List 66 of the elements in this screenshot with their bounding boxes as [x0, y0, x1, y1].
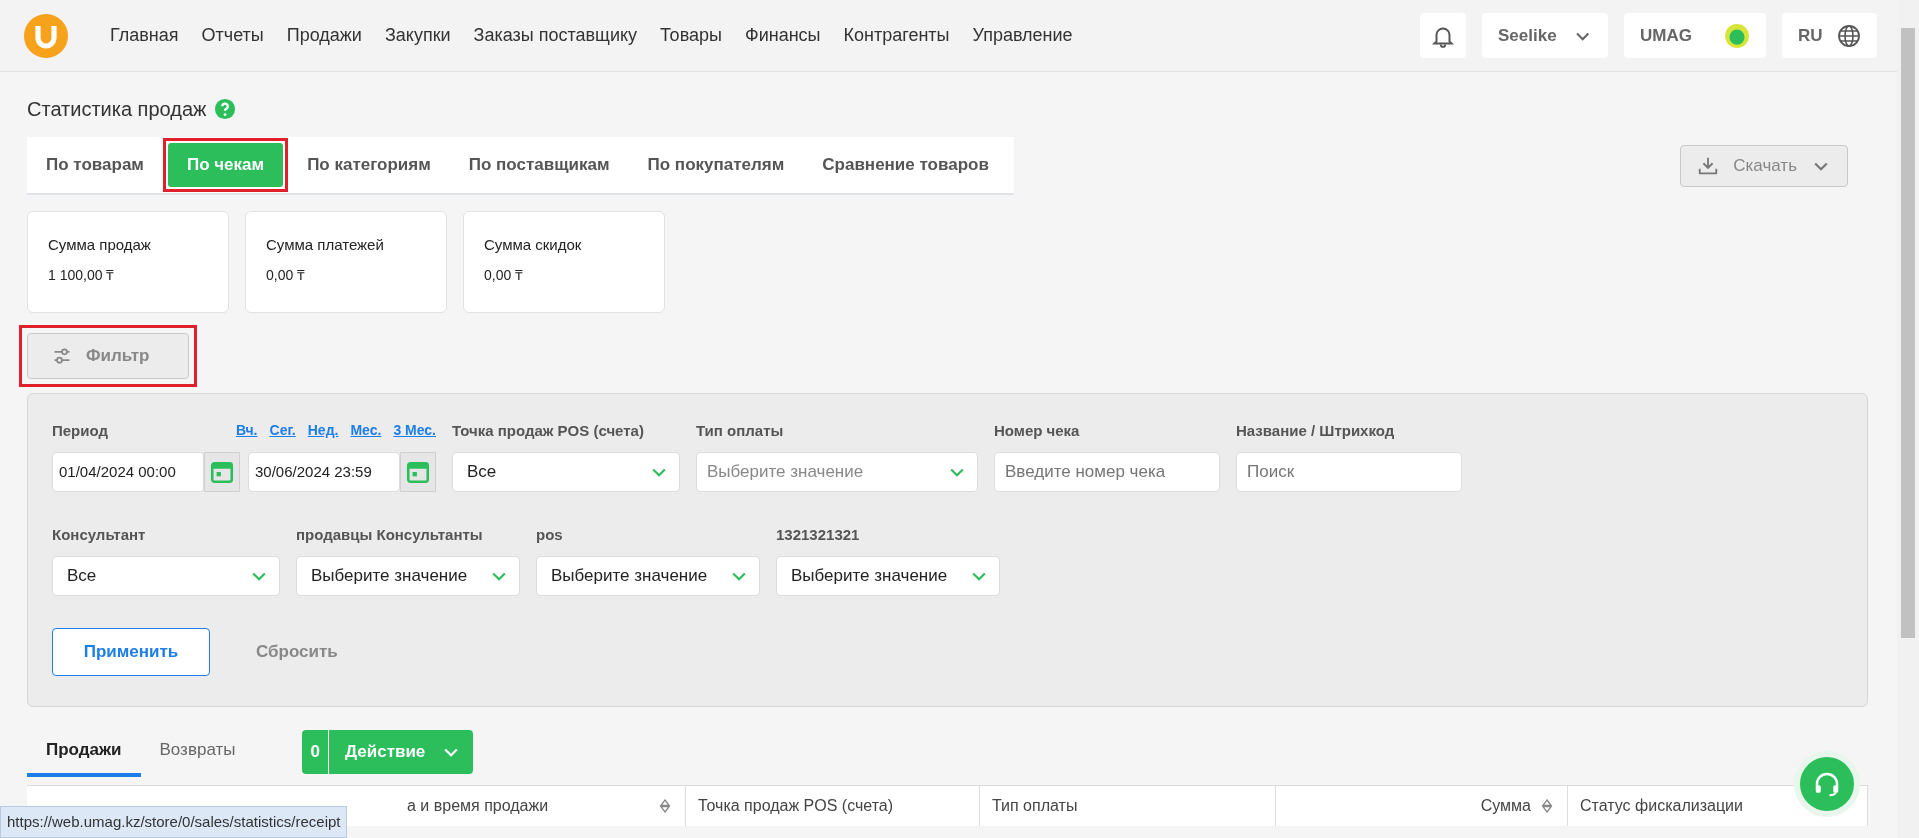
- column-header[interactable]: а и время продажи: [407, 794, 549, 818]
- tab[interactable]: По товарам: [27, 143, 163, 187]
- nav-link[interactable]: Заказы поставщику: [473, 22, 638, 49]
- card-label: Сумма продаж: [48, 235, 152, 255]
- nav-link[interactable]: Продажи: [286, 22, 362, 49]
- nav-link[interactable]: Финансы: [744, 22, 821, 49]
- calendar-button[interactable]: [400, 452, 436, 492]
- tab[interactable]: Сравнение товаров: [803, 143, 1008, 187]
- nav-link[interactable]: Контрагенты: [843, 22, 950, 49]
- select-field[interactable]: Все: [452, 452, 680, 492]
- card-value: 0,00 ₸: [266, 265, 307, 285]
- select-field[interactable]: Выберите значение: [536, 556, 760, 596]
- date-field[interactable]: 30/06/2024 23:59: [248, 452, 400, 492]
- input-field[interactable]: Поиск: [1236, 452, 1462, 492]
- sliders-icon: [52, 346, 72, 366]
- logo-icon: [22, 11, 70, 60]
- column-header[interactable]: Тип оплаты: [992, 794, 1078, 818]
- field-label: Консультант: [52, 525, 147, 545]
- field-label: продавцы Консультанты: [296, 525, 484, 545]
- column-header[interactable]: Статус фискализации: [1580, 794, 1743, 818]
- field-label: pos: [536, 525, 564, 545]
- user-menu[interactable]: UMAG: [1624, 13, 1766, 58]
- calendar-icon: [209, 459, 235, 485]
- select-field[interactable]: Выберите значение: [776, 556, 1000, 596]
- select-field[interactable]: Выберите значение: [296, 556, 520, 596]
- field-label: Номер чека: [994, 421, 1081, 441]
- nav-link[interactable]: Отчеты: [201, 22, 264, 49]
- sort-icon: [1539, 798, 1555, 814]
- card-value: 0,00 ₸: [484, 265, 525, 285]
- company-dropdown[interactable]: Seelike: [1482, 13, 1608, 58]
- status-url: https://web.umag.kz/store/0/sales/statistics/receipt: [0, 805, 348, 838]
- field-label: Название / Штрихкод: [1236, 421, 1396, 441]
- select-field[interactable]: Выберите значение: [696, 452, 978, 492]
- nav-link[interactable]: Управление: [972, 22, 1073, 49]
- nav-link[interactable]: Товары: [660, 22, 722, 49]
- tab[interactable]: По категориям: [288, 143, 450, 187]
- field-label: 1321321321: [776, 525, 861, 545]
- avatar-icon: [1724, 22, 1750, 49]
- language-selector[interactable]: RU: [1782, 13, 1877, 58]
- nav-link[interactable]: Главная: [110, 22, 179, 49]
- field-label: Тип оплаты: [696, 421, 785, 441]
- field-label: Точка продаж POS (счета): [452, 421, 645, 441]
- tab[interactable]: Продажи: [27, 727, 141, 777]
- notifications-button[interactable]: [1420, 13, 1466, 58]
- card-label: Сумма платежей: [266, 235, 385, 255]
- tab[interactable]: По покупателям: [628, 143, 804, 187]
- field-label: Период: [52, 421, 108, 441]
- page-title: Статистика продаж: [27, 97, 207, 122]
- card-value: 1 100,00 ₸: [48, 265, 116, 285]
- column-header[interactable]: Точка продаж POS (счета): [698, 794, 894, 818]
- date-field[interactable]: 01/04/2024 00:00: [52, 452, 204, 492]
- scrollbar[interactable]: [1897, 0, 1919, 838]
- calendar-icon: [405, 459, 431, 485]
- sort-icon: [657, 798, 673, 814]
- apply-button[interactable]: Применить: [52, 628, 210, 676]
- card-label: Сумма скидок: [484, 235, 583, 255]
- calendar-button[interactable]: [204, 452, 240, 492]
- select-field[interactable]: Все: [52, 556, 280, 596]
- globe-icon: [1837, 23, 1861, 48]
- input-field[interactable]: Введите номер чека: [994, 452, 1220, 492]
- nav-link[interactable]: Закупки: [384, 22, 451, 49]
- column-header[interactable]: Сумма: [1480, 794, 1531, 818]
- tab[interactable]: По поставщикам: [449, 143, 629, 187]
- download-icon: [1697, 155, 1720, 177]
- help-icon: [214, 98, 237, 120]
- tab[interactable]: Возвраты: [140, 727, 255, 777]
